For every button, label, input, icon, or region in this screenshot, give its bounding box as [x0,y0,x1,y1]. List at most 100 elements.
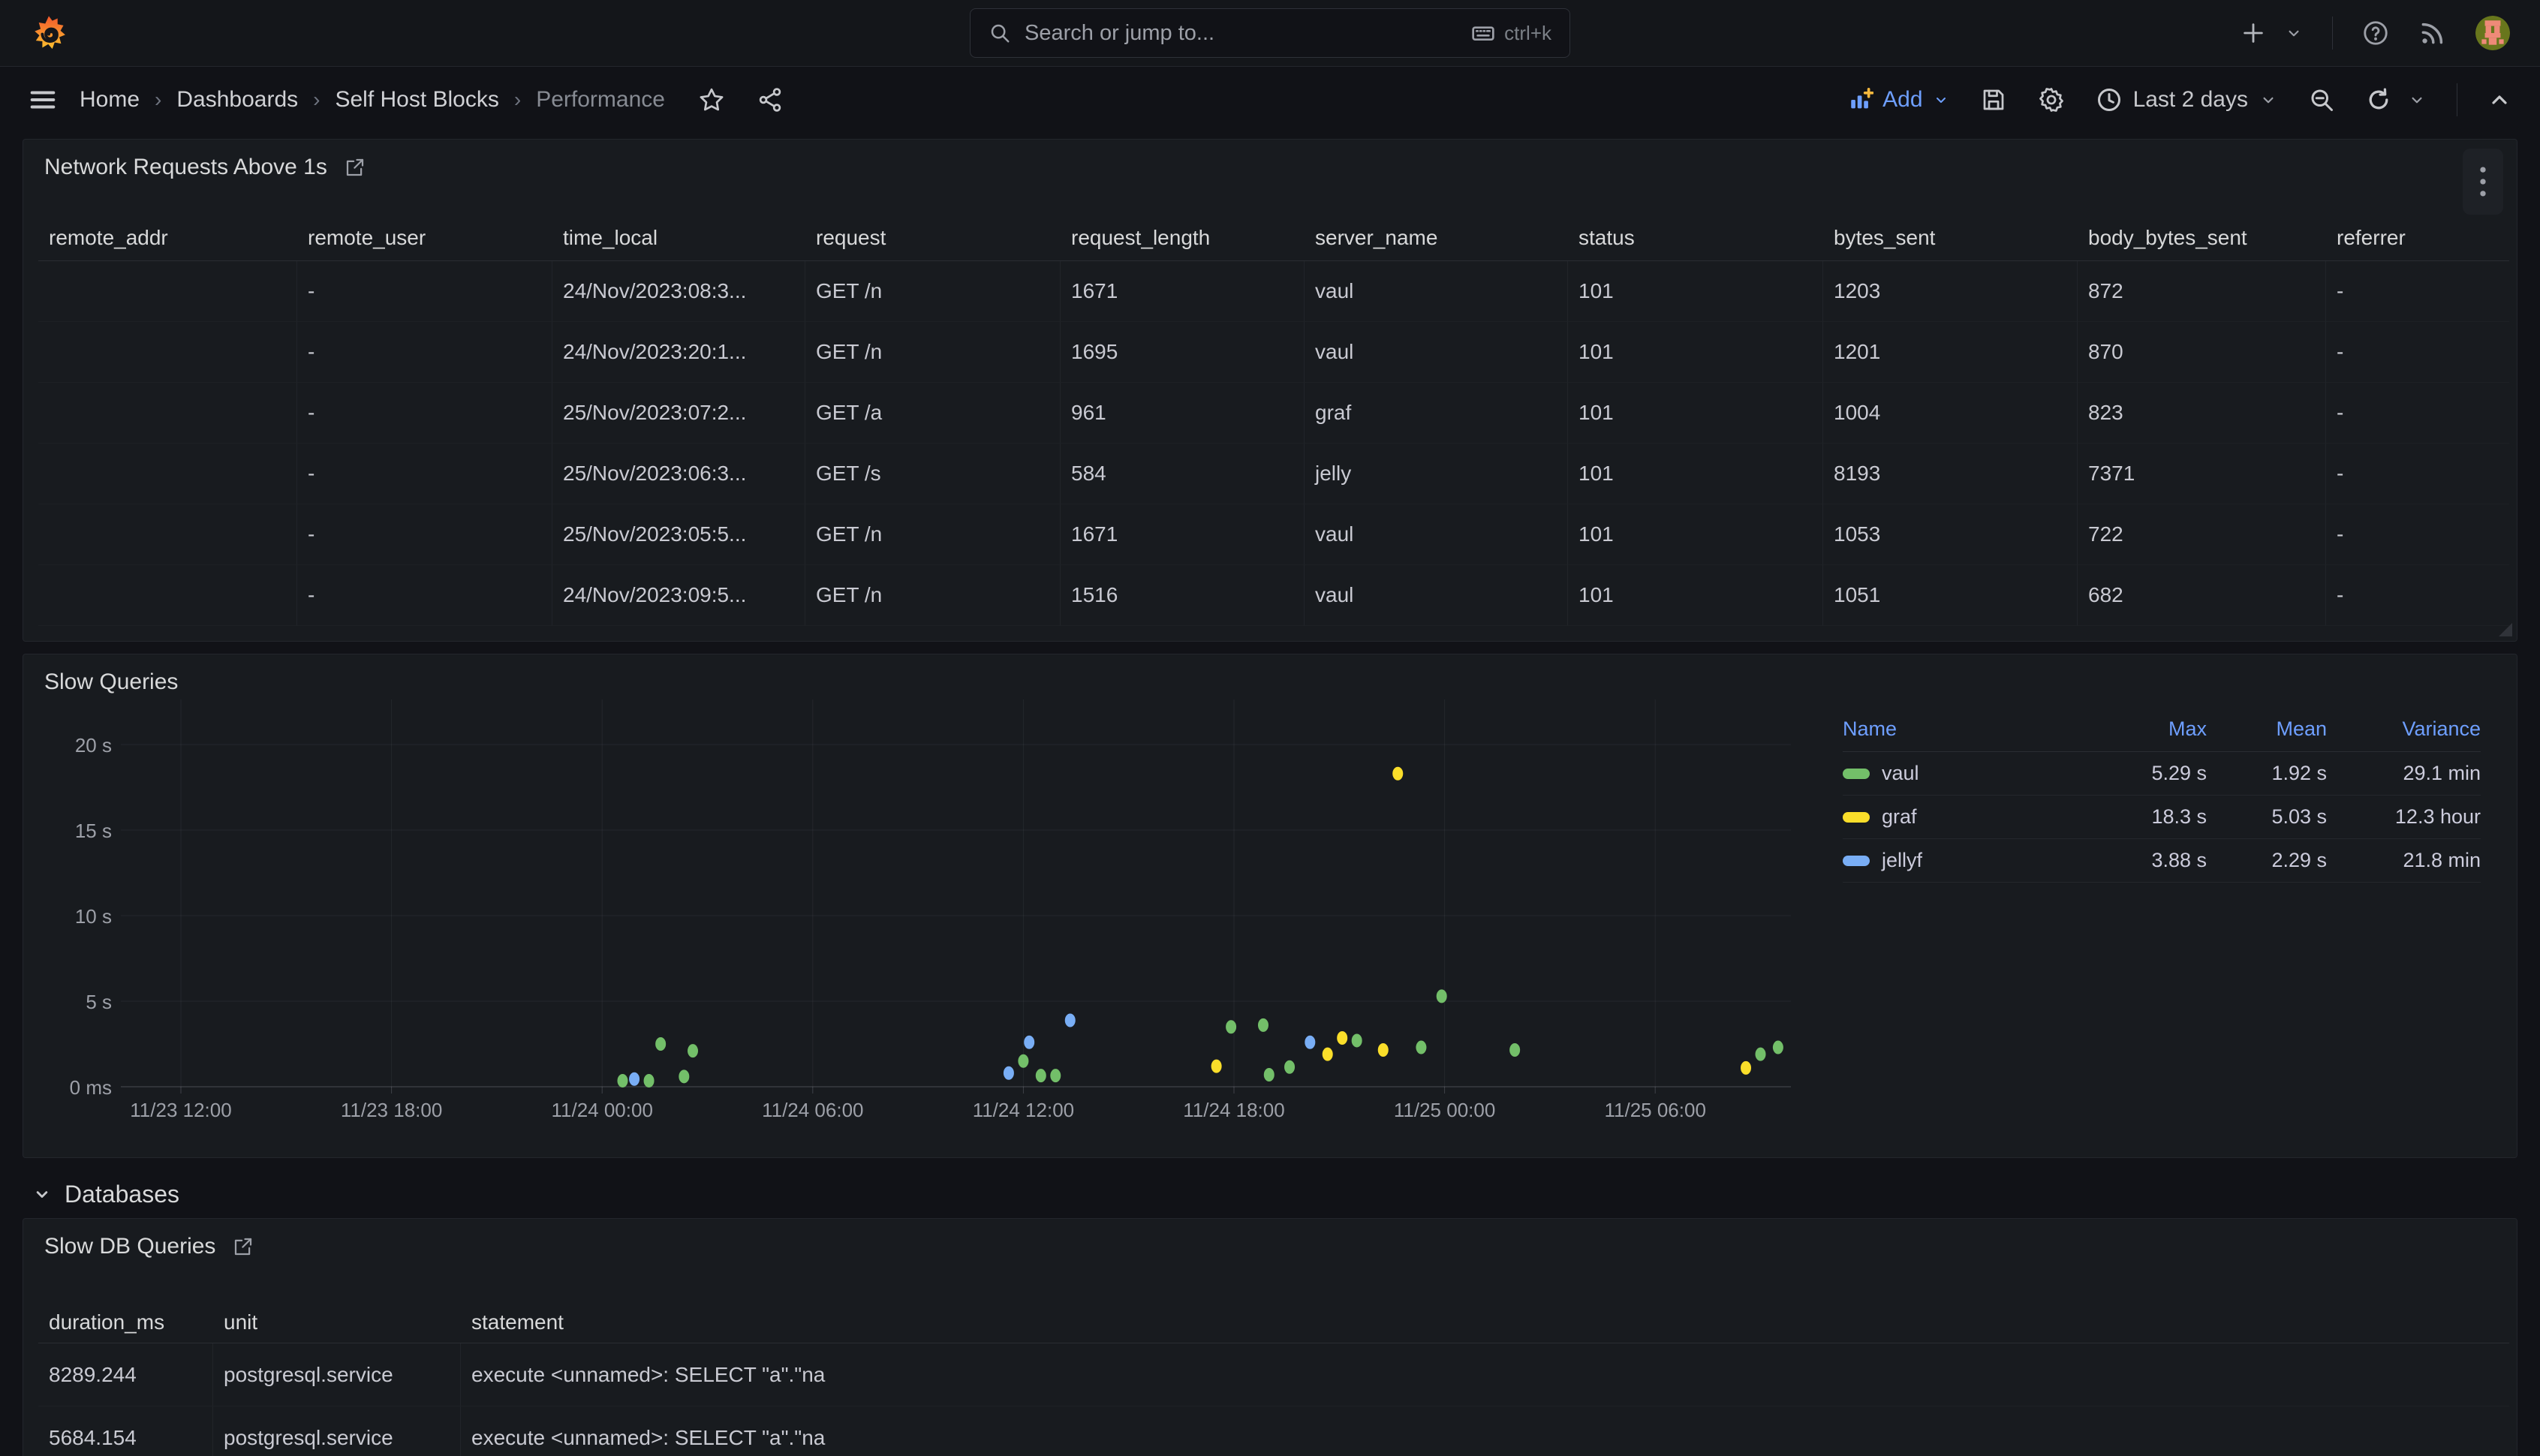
scatter-point[interactable] [688,1044,698,1057]
dashboard-toolbar: Add Last 2 days [1848,83,2511,116]
panel-title: Slow Queries [44,669,178,695]
scatter-point[interactable] [1756,1048,1766,1061]
panel-menu-kebab-icon[interactable] [2463,149,2503,215]
search-placeholder: Search or jump to... [1025,21,1458,46]
legend-header-variance[interactable]: Variance [2327,710,2481,752]
scatter-point[interactable] [1024,1036,1034,1049]
scatter-point[interactable] [1050,1069,1061,1082]
scatter-point[interactable] [1284,1060,1295,1074]
cell-referrer: - [2326,504,2509,565]
cell-remote-addr [38,565,297,626]
new-plus-icon[interactable] [2241,20,2266,46]
scatter-point[interactable] [1352,1033,1362,1047]
legend-header-max[interactable]: Max [2087,710,2207,752]
column-header-remote_addr[interactable]: remote_addr [38,215,297,261]
scatter-point[interactable] [617,1074,627,1087]
external-link-icon[interactable] [344,156,366,179]
search-input[interactable]: Search or jump to... ctrl+k [970,8,1570,58]
server-name-prefix: graf [1315,401,1351,425]
column-header-duration_ms[interactable]: duration_ms [38,1301,213,1343]
cell-remote-addr [38,261,297,322]
scatter-point[interactable] [655,1037,666,1051]
breadcrumb-dashboards[interactable]: Dashboards [176,87,298,113]
scatter-point[interactable] [1264,1068,1275,1081]
column-header-request[interactable]: request [805,215,1061,261]
cell-time-local: 25/Nov/2023:05:5... [552,504,805,565]
server-name-prefix: jelly [1315,462,1351,486]
column-header-referrer[interactable]: referrer [2326,215,2509,261]
cell-body-bytes-sent: 7371 [2078,444,2326,504]
cell-body-bytes-sent: 872 [2078,261,2326,322]
scatter-point[interactable] [1323,1048,1333,1061]
column-header-remote_user[interactable]: remote_user [297,215,552,261]
grafana-dashboard: Search or jump to... ctrl+k [0,0,2540,1456]
help-icon[interactable] [2361,19,2390,47]
new-chevron-down-icon[interactable] [2284,23,2304,43]
cell-referrer: - [2326,261,2509,322]
cell-request: GET /n [805,504,1061,565]
scatter-point[interactable] [1305,1036,1315,1049]
series-color-chip[interactable] [1843,769,1870,779]
scatter-point[interactable] [1211,1060,1222,1073]
add-button[interactable]: Add [1848,87,1949,113]
request-prefix: GET /s [816,462,881,486]
collapse-caret-up-icon[interactable] [2487,88,2511,112]
column-header-status[interactable]: status [1568,215,1823,261]
breadcrumb-folder[interactable]: Self Host Blocks [335,87,498,113]
panel-network-header[interactable]: Network Requests Above 1s [23,140,2517,180]
column-header-body_bytes_sent[interactable]: body_bytes_sent [2078,215,2326,261]
legend-header-mean[interactable]: Mean [2207,710,2327,752]
column-header-unit[interactable]: unit [213,1301,461,1343]
refresh-icon[interactable] [2365,86,2392,113]
panel-resize-handle[interactable] [2499,623,2512,636]
panel-slow-db-queries: Slow DB Queries duration_msunitstatement… [23,1218,2517,1456]
scatter-point[interactable] [1036,1069,1046,1082]
redacted-value [886,335,999,369]
scatter-point[interactable] [1741,1061,1751,1075]
grafana-logo-icon[interactable] [30,14,68,52]
external-link-icon[interactable] [232,1235,254,1258]
panel-slow-db-header[interactable]: Slow DB Queries [23,1219,2517,1259]
save-dashboard-icon[interactable] [1980,86,2007,113]
scatter-point[interactable] [1226,1020,1236,1033]
cell-remote-user: - [297,261,552,322]
column-header-request_length[interactable]: request_length [1061,215,1305,261]
column-header-bytes_sent[interactable]: bytes_sent [1823,215,2078,261]
scatter-point[interactable] [1773,1041,1783,1054]
mega-menu-icon[interactable] [29,86,57,114]
favorite-star-icon[interactable] [698,86,725,113]
scatter-point[interactable] [1509,1043,1520,1057]
share-icon[interactable] [757,86,784,113]
scatter-point[interactable] [1065,1014,1076,1027]
breadcrumb-home[interactable]: Home [80,87,140,113]
column-header-statement[interactable]: statement [461,1301,2509,1343]
scatter-point[interactable] [1416,1041,1426,1054]
topbar-divider [2332,17,2333,50]
user-avatar[interactable] [2475,16,2510,50]
scatter-point[interactable] [1392,767,1403,781]
news-icon[interactable] [2418,19,2447,47]
column-header-server_name[interactable]: server_name [1305,215,1568,261]
scatter-point[interactable] [1018,1054,1028,1068]
scatter-point[interactable] [1258,1018,1268,1032]
panel-slow-queries-header[interactable]: Slow Queries [23,654,2517,695]
refresh-interval-chevron-down-icon[interactable] [2407,90,2427,110]
time-range-picker[interactable]: Last 2 days [2096,86,2278,113]
series-color-chip[interactable] [1843,812,1870,823]
legend-header-name[interactable]: Name [1843,710,2087,752]
dashboard-settings-gear-icon[interactable] [2037,86,2066,114]
column-header-time_local[interactable]: time_local [552,215,805,261]
cell-statement: execute <unnamed>: SELECT "a"."na [461,1406,2509,1456]
scatter-point[interactable] [679,1069,689,1083]
section-databases[interactable]: Databases [23,1170,2517,1218]
series-color-chip[interactable] [1843,856,1870,866]
zoom-out-icon[interactable] [2308,86,2335,113]
scatter-point[interactable] [1004,1066,1014,1080]
scatter-point[interactable] [629,1072,640,1086]
cell-time-local: 25/Nov/2023:06:3... [552,444,805,504]
scatter-point[interactable] [1337,1031,1347,1045]
scatter-point[interactable] [1378,1043,1389,1057]
scatter-point[interactable] [644,1074,655,1087]
scatter-point[interactable] [1437,989,1447,1003]
statement-prefix: execute <unnamed>: SELECT "a"."na [471,1363,825,1387]
